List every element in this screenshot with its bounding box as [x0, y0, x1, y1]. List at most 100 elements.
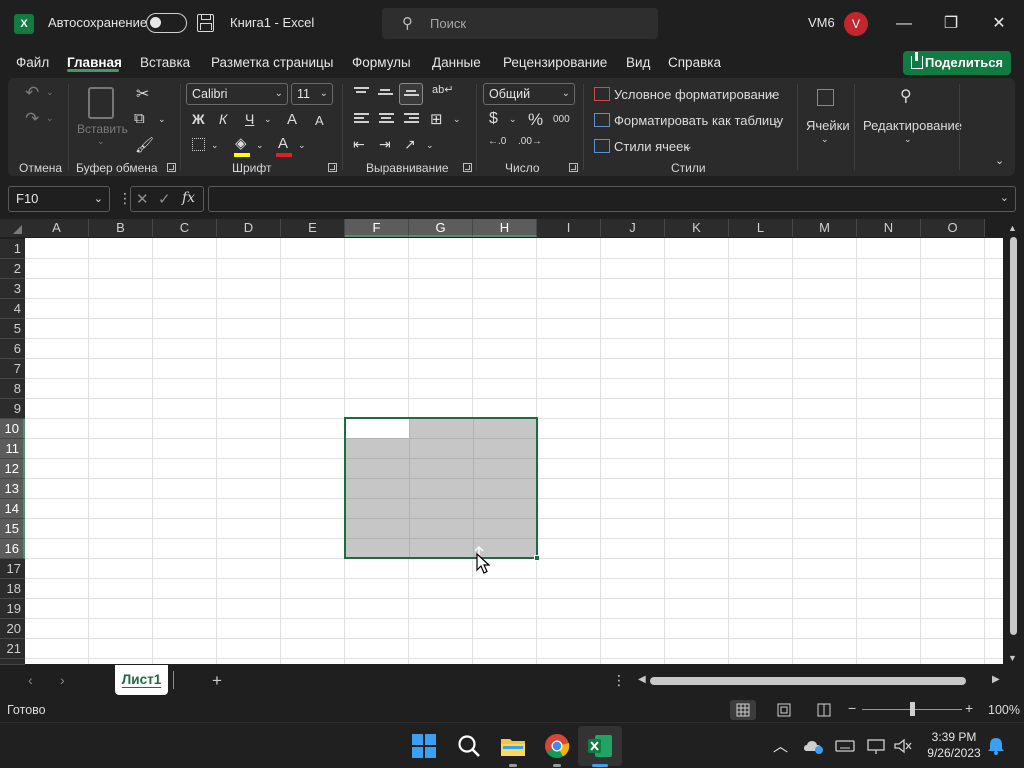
search-box[interactable]: ⚲ Поиск — [382, 8, 658, 39]
cut-icon[interactable]: ✂ — [136, 84, 149, 104]
page-break-view-button[interactable] — [811, 700, 837, 720]
column-header[interactable]: A — [25, 219, 89, 237]
zoom-level[interactable]: 100% — [988, 703, 1020, 717]
conditional-formatting-button[interactable]: Условное форматирование — [614, 87, 779, 102]
row-header[interactable]: 14 — [0, 499, 25, 519]
tab-home[interactable]: Главная — [67, 55, 122, 70]
scroll-right-icon[interactable]: ▶ — [992, 674, 1000, 685]
cell-styles-button[interactable]: Стили ячеек — [614, 139, 689, 154]
formula-input[interactable]: ⌄ — [208, 186, 1016, 212]
row-header[interactable]: 15 — [0, 519, 25, 539]
tab-data[interactable]: Данные — [432, 55, 481, 70]
vertical-scrollbar[interactable]: ▲ ▼ — [1003, 219, 1024, 665]
row-header[interactable]: 11 — [0, 439, 25, 459]
display-icon[interactable] — [866, 736, 886, 756]
undo-icon[interactable]: ↶ — [25, 83, 39, 103]
row-header[interactable]: 6 — [0, 339, 25, 359]
column-header[interactable]: B — [89, 219, 153, 237]
row-header[interactable]: 4 — [0, 299, 25, 319]
paste-icon[interactable] — [88, 87, 114, 119]
sheet-tab-list1[interactable]: Лист1 — [115, 665, 168, 695]
keyboard-icon[interactable] — [835, 736, 855, 756]
scroll-left-icon[interactable]: ◀ — [638, 674, 646, 685]
column-header[interactable]: L — [729, 219, 793, 237]
row-header[interactable]: 20 — [0, 619, 25, 639]
font-color-dropdown-icon[interactable]: ⌄ — [298, 140, 306, 151]
currency-button[interactable]: $ — [489, 110, 498, 128]
tab-formulas[interactable]: Формулы — [352, 55, 411, 70]
shrink-font-button[interactable]: A — [315, 113, 324, 128]
row-header[interactable]: 16 — [0, 539, 25, 559]
row-header[interactable]: 9 — [0, 399, 25, 419]
align-middle-icon[interactable] — [378, 89, 393, 101]
cancel-icon[interactable]: ✕ — [136, 190, 149, 208]
increase-decimal-icon[interactable]: ←.0 — [488, 136, 506, 147]
scroll-down-icon[interactable]: ▼ — [1008, 653, 1017, 663]
fill-color-icon[interactable]: ◈ — [235, 134, 247, 152]
editing-button[interactable]: Редактирование — [863, 118, 962, 133]
horizontal-scroll-thumb[interactable] — [650, 677, 966, 685]
copy-dropdown-icon[interactable]: ⌄ — [158, 114, 166, 125]
minimize-button[interactable]: — — [889, 10, 919, 38]
font-color-icon[interactable]: A — [278, 135, 288, 152]
windows-start-icon[interactable] — [411, 733, 437, 759]
taskbar-clock[interactable]: 3:39 PM 9/26/2023 — [924, 729, 984, 761]
align-left-icon[interactable] — [354, 113, 369, 125]
column-header[interactable]: M — [793, 219, 857, 237]
column-header[interactable]: F — [345, 219, 409, 237]
fill-color-dropdown-icon[interactable]: ⌄ — [256, 140, 264, 151]
row-header[interactable]: 13 — [0, 479, 25, 499]
column-header[interactable]: I — [537, 219, 601, 237]
number-launcher-icon[interactable] — [569, 163, 578, 172]
row-header[interactable]: 21 — [0, 639, 25, 659]
close-button[interactable]: ✕ — [984, 10, 1014, 38]
wrap-text-icon[interactable]: ab↵ — [432, 83, 453, 96]
more-options-icon[interactable]: ⋮ — [612, 672, 626, 689]
file-explorer-icon[interactable] — [500, 733, 526, 759]
tab-review[interactable]: Рецензирование — [503, 55, 607, 70]
orientation-icon[interactable]: ↗ — [404, 136, 416, 153]
notifications-bell-icon[interactable] — [986, 736, 1006, 756]
orientation-dropdown-icon[interactable]: ⌄ — [426, 140, 434, 151]
row-header[interactable]: 19 — [0, 599, 25, 619]
column-header[interactable]: H — [473, 219, 537, 237]
column-header[interactable]: E — [281, 219, 345, 237]
format-as-table-button[interactable]: Форматировать как таблицу — [614, 113, 783, 128]
zoom-in-button[interactable]: + — [965, 700, 973, 716]
column-header[interactable]: G — [409, 219, 473, 237]
redo-icon[interactable]: ↷ — [25, 109, 39, 129]
tab-file[interactable]: Файл — [16, 55, 49, 70]
percent-button[interactable]: % — [528, 110, 543, 130]
scroll-up-icon[interactable]: ▲ — [1008, 223, 1017, 233]
increase-indent-icon[interactable]: ⇥ — [379, 136, 391, 153]
onedrive-icon[interactable] — [803, 736, 823, 756]
taskbar-search-icon[interactable] — [456, 733, 482, 759]
currency-dropdown-icon[interactable]: ⌄ — [509, 114, 517, 125]
row-header[interactable]: 17 — [0, 559, 25, 579]
prev-sheet-icon[interactable]: ‹ — [28, 672, 33, 688]
autosave-toggle[interactable] — [146, 13, 187, 33]
insert-function-button[interactable]: fx — [182, 190, 195, 206]
row-header[interactable]: 18 — [0, 579, 25, 599]
decrease-decimal-icon[interactable]: .00→ — [518, 136, 542, 147]
user-avatar[interactable]: V — [844, 12, 868, 36]
align-center-icon[interactable] — [379, 113, 394, 125]
worksheet-grid[interactable] — [25, 238, 1003, 664]
bold-button[interactable]: Ж — [192, 111, 205, 127]
undo-dropdown-icon[interactable]: ⌄ — [46, 87, 54, 98]
format-painter-icon[interactable]: 🖌 — [135, 136, 154, 154]
chrome-icon[interactable] — [544, 733, 570, 759]
number-format-dropdown[interactable]: Общий ⌄ — [483, 83, 575, 105]
paste-label[interactable]: Вставить — [77, 122, 128, 136]
borders-icon[interactable] — [192, 138, 205, 151]
row-header[interactable]: 12 — [0, 459, 25, 479]
merge-dropdown-icon[interactable]: ⌄ — [453, 114, 461, 125]
alignment-launcher-icon[interactable] — [463, 163, 472, 172]
row-header[interactable]: 10 — [0, 419, 25, 439]
tab-page-layout[interactable]: Разметка страницы — [211, 55, 333, 70]
row-header[interactable]: 7 — [0, 359, 25, 379]
font-name-dropdown[interactable]: Calibri ⌄ — [186, 83, 288, 105]
column-header[interactable]: J — [601, 219, 665, 237]
tab-view[interactable]: Вид — [626, 55, 650, 70]
save-icon[interactable] — [197, 14, 214, 32]
